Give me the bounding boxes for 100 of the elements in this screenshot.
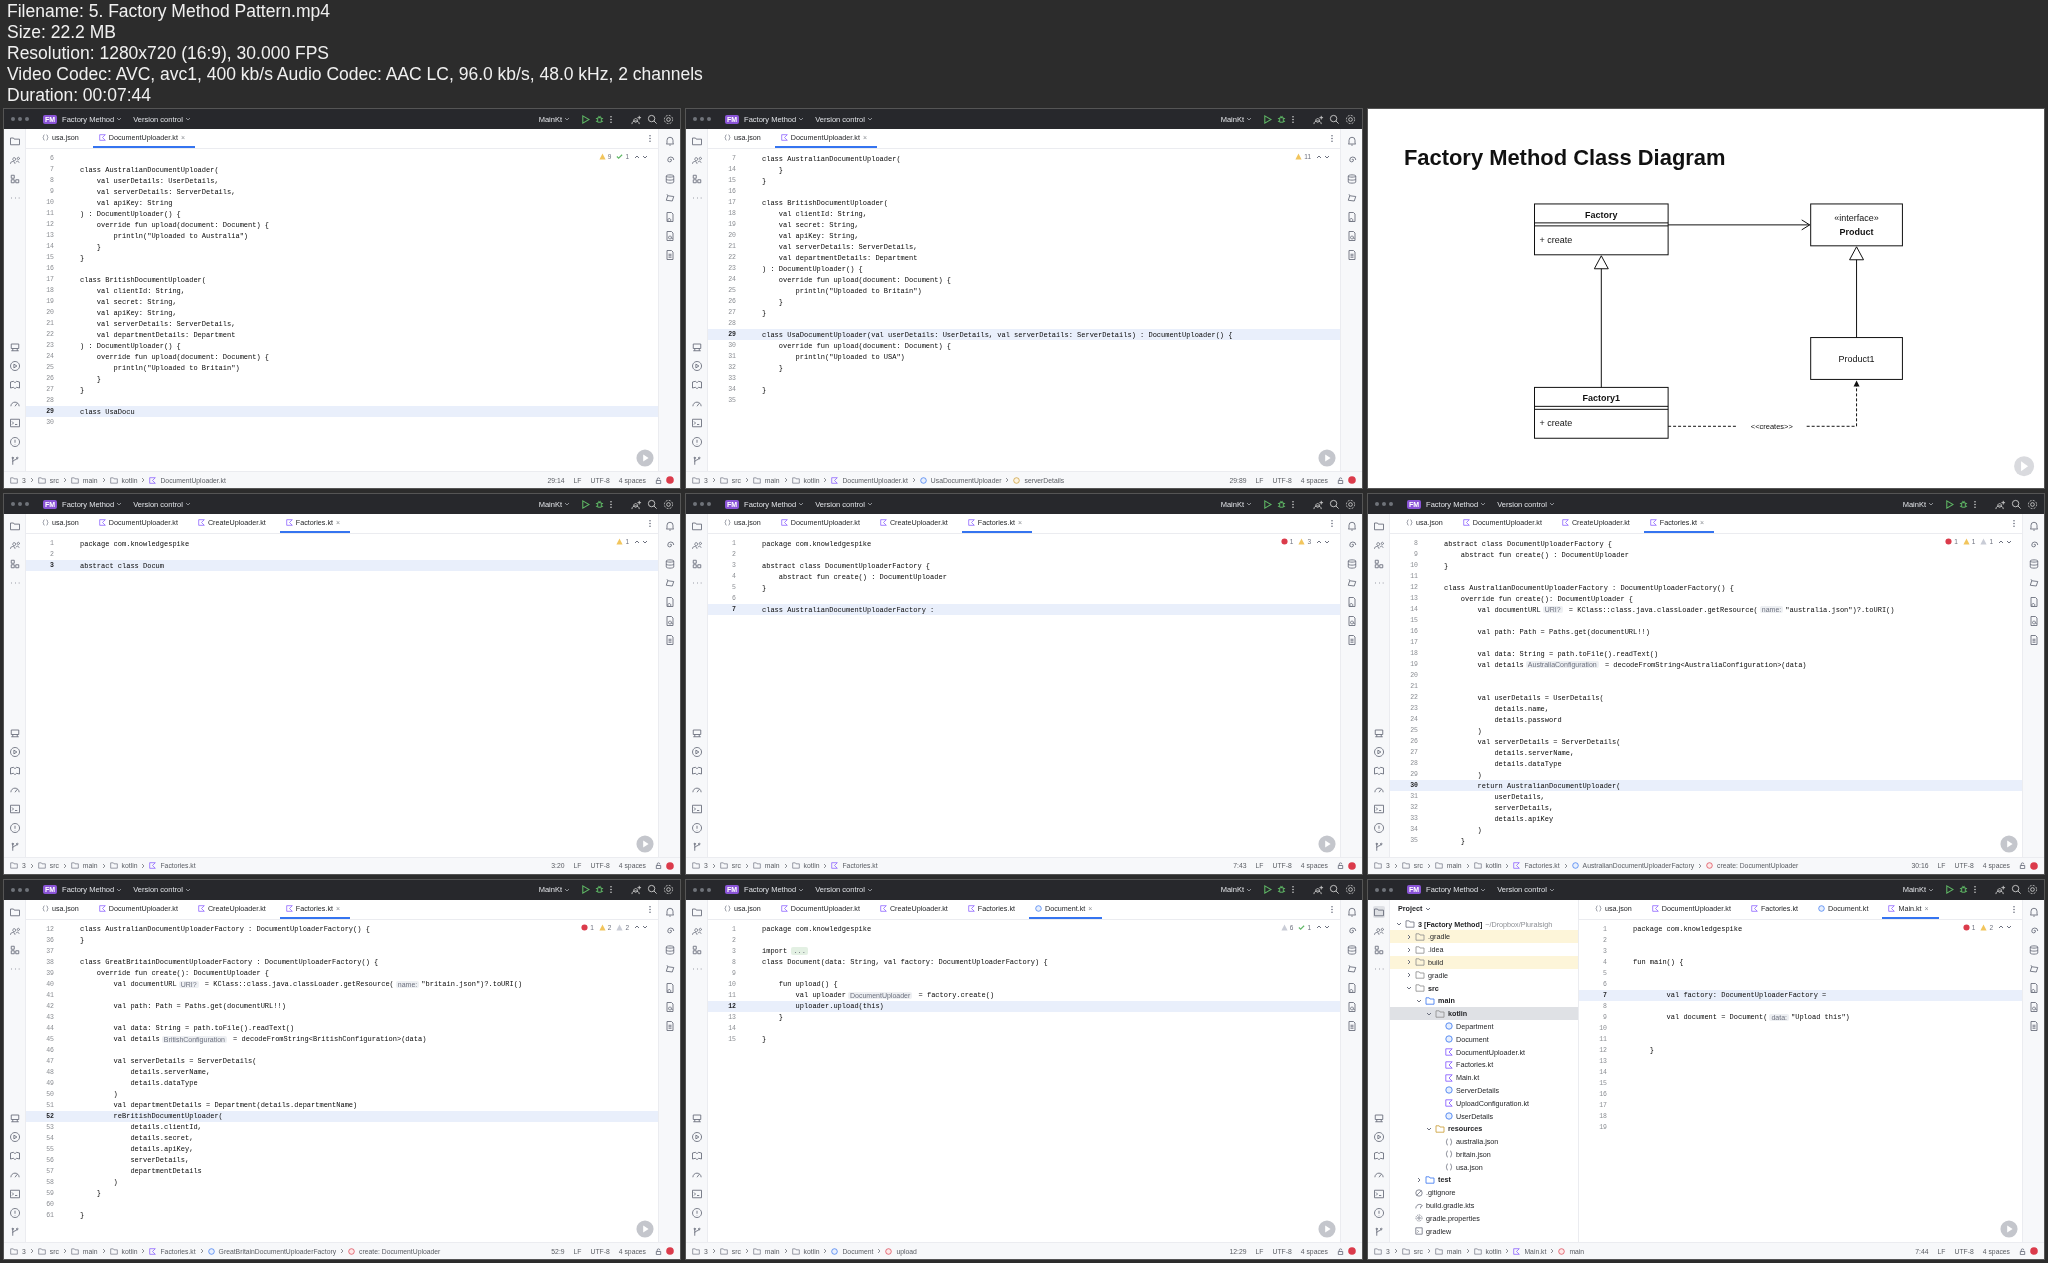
lock-icon[interactable] bbox=[2019, 1247, 2026, 1255]
search-icon[interactable] bbox=[2011, 884, 2022, 896]
document-list-icon[interactable] bbox=[663, 634, 676, 647]
expand-chevron-icon[interactable] bbox=[1396, 921, 1402, 928]
expand-chevron-icon[interactable] bbox=[1406, 985, 1412, 992]
terminal-icon[interactable] bbox=[8, 417, 21, 430]
book-icon[interactable] bbox=[1372, 764, 1385, 777]
database-icon[interactable] bbox=[2027, 943, 2040, 956]
more-icon[interactable] bbox=[2012, 904, 2016, 914]
add-user-icon[interactable] bbox=[631, 498, 642, 510]
bell-icon[interactable] bbox=[663, 905, 676, 918]
add-user-icon[interactable] bbox=[1995, 498, 2006, 510]
run-icon[interactable] bbox=[1263, 499, 1272, 509]
window-controls-icon[interactable] bbox=[10, 886, 30, 893]
structure-icon[interactable] bbox=[1372, 558, 1385, 571]
build-icon[interactable] bbox=[690, 341, 703, 354]
document-icon[interactable] bbox=[2027, 596, 2040, 609]
document-icon[interactable] bbox=[2027, 981, 2040, 994]
document-search-icon[interactable] bbox=[663, 230, 676, 242]
book-icon[interactable] bbox=[8, 764, 21, 777]
more-icon[interactable] bbox=[609, 499, 613, 509]
book-icon[interactable] bbox=[690, 1150, 703, 1162]
document-search-icon[interactable] bbox=[1345, 230, 1358, 242]
up-chevron-icon[interactable] bbox=[1316, 154, 1322, 159]
bell-icon[interactable] bbox=[1345, 135, 1358, 147]
bell-icon[interactable] bbox=[1345, 520, 1358, 533]
structure-icon[interactable] bbox=[1372, 943, 1385, 956]
document-search-icon[interactable] bbox=[2027, 1000, 2040, 1013]
run-icon[interactable] bbox=[1263, 885, 1272, 895]
up-chevron-icon[interactable] bbox=[1316, 539, 1322, 544]
settings-icon[interactable] bbox=[1345, 113, 1356, 125]
people-icon[interactable] bbox=[690, 154, 703, 166]
document-icon[interactable] bbox=[1345, 596, 1358, 609]
up-chevron-icon[interactable] bbox=[1316, 925, 1322, 930]
bug-icon[interactable] bbox=[1277, 885, 1286, 895]
more-icon[interactable] bbox=[1291, 499, 1295, 509]
down-chevron-icon[interactable] bbox=[642, 154, 648, 159]
more-icon[interactable] bbox=[1973, 885, 1977, 895]
settings-icon[interactable] bbox=[2027, 884, 2038, 896]
add-user-icon[interactable] bbox=[1995, 884, 2006, 896]
more-icon[interactable] bbox=[1330, 134, 1334, 143]
bug-icon[interactable] bbox=[1959, 499, 1968, 509]
lock-icon[interactable] bbox=[655, 476, 662, 484]
more-icon[interactable] bbox=[648, 904, 652, 914]
terminal-icon[interactable] bbox=[690, 802, 703, 815]
run-icon[interactable] bbox=[1263, 114, 1272, 124]
document-icon[interactable] bbox=[1345, 211, 1358, 223]
bell-icon[interactable] bbox=[2027, 905, 2040, 918]
expand-chevron-icon[interactable] bbox=[1416, 997, 1422, 1004]
database-icon[interactable] bbox=[1345, 558, 1358, 571]
folder-icon[interactable] bbox=[8, 135, 21, 147]
database-icon[interactable] bbox=[1345, 943, 1358, 956]
up-chevron-icon[interactable] bbox=[634, 925, 640, 930]
bug-icon[interactable] bbox=[595, 114, 604, 124]
lock-icon[interactable] bbox=[1337, 476, 1344, 484]
folder-icon[interactable] bbox=[690, 135, 703, 147]
expand-chevron-icon[interactable] bbox=[1406, 933, 1412, 940]
book-icon[interactable] bbox=[690, 764, 703, 777]
settings-icon[interactable] bbox=[663, 498, 674, 510]
bug-icon[interactable] bbox=[595, 499, 604, 509]
down-chevron-icon[interactable] bbox=[2006, 539, 2012, 544]
build-icon[interactable] bbox=[8, 1112, 21, 1124]
settings-icon[interactable] bbox=[663, 113, 674, 125]
error-icon[interactable] bbox=[1348, 1247, 1356, 1255]
up-chevron-icon[interactable] bbox=[634, 539, 640, 544]
build-icon[interactable] bbox=[8, 726, 21, 739]
settings-icon[interactable] bbox=[663, 884, 674, 896]
build-icon[interactable] bbox=[690, 726, 703, 739]
run-icon[interactable] bbox=[1945, 499, 1954, 509]
document-list-icon[interactable] bbox=[663, 1019, 676, 1032]
document-list-icon[interactable] bbox=[1345, 634, 1358, 647]
folder-icon[interactable] bbox=[8, 520, 21, 533]
expand-chevron-icon[interactable] bbox=[1416, 1177, 1422, 1183]
down-chevron-icon[interactable] bbox=[1324, 539, 1330, 544]
bell-icon[interactable] bbox=[1345, 905, 1358, 918]
expand-chevron-icon[interactable] bbox=[1426, 1125, 1432, 1132]
structure-icon[interactable] bbox=[690, 943, 703, 956]
window-controls-icon[interactable] bbox=[692, 886, 712, 893]
book-icon[interactable] bbox=[690, 379, 703, 392]
folder-icon[interactable] bbox=[690, 905, 703, 918]
search-icon[interactable] bbox=[1329, 498, 1340, 510]
more-icon[interactable] bbox=[1330, 519, 1334, 529]
book-icon[interactable] bbox=[8, 379, 21, 392]
people-icon[interactable] bbox=[8, 539, 21, 552]
down-chevron-icon[interactable] bbox=[1324, 154, 1330, 159]
add-user-icon[interactable] bbox=[1313, 884, 1324, 896]
lock-icon[interactable] bbox=[655, 1247, 662, 1255]
folder-icon[interactable] bbox=[1372, 905, 1385, 918]
expand-chevron-icon[interactable] bbox=[1406, 972, 1412, 979]
window-controls-icon[interactable] bbox=[1374, 501, 1394, 508]
database-icon[interactable] bbox=[663, 173, 676, 185]
more-icon[interactable] bbox=[609, 885, 613, 895]
window-controls-icon[interactable] bbox=[1374, 886, 1394, 893]
structure-icon[interactable] bbox=[8, 558, 21, 571]
run-icon[interactable] bbox=[581, 114, 590, 124]
lock-icon[interactable] bbox=[1337, 1247, 1344, 1255]
down-chevron-icon[interactable] bbox=[1324, 925, 1330, 930]
document-search-icon[interactable] bbox=[1345, 1000, 1358, 1013]
document-list-icon[interactable] bbox=[2027, 1019, 2040, 1032]
lock-icon[interactable] bbox=[1337, 862, 1344, 870]
